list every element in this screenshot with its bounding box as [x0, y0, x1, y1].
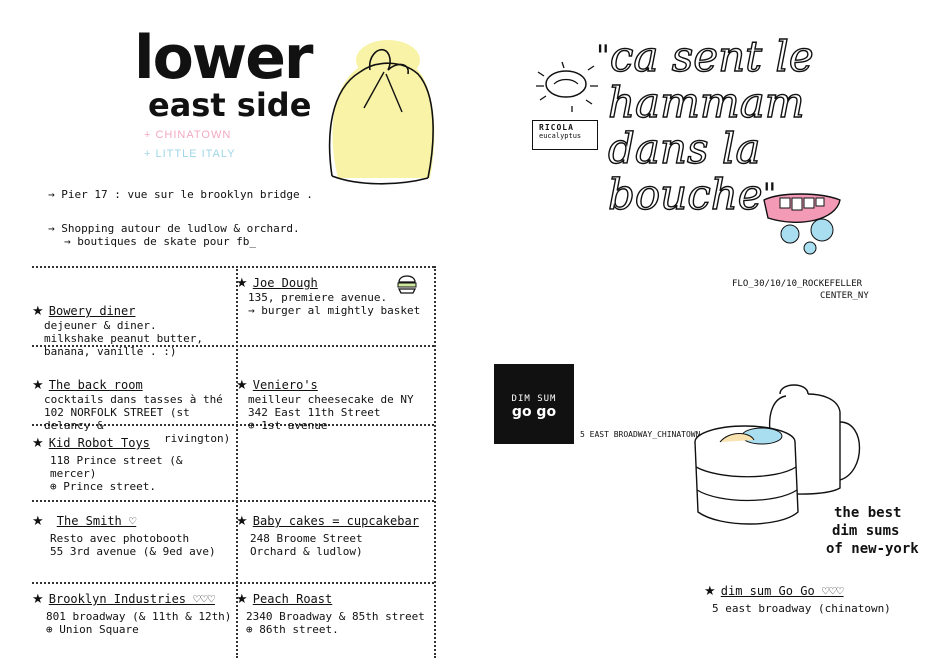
dimsum-logo: DIM SUM go go: [494, 364, 574, 444]
page-title: lower: [134, 23, 313, 93]
star-icon: ★: [32, 514, 44, 529]
arrow-icon: →: [48, 188, 62, 201]
star-icon: ★: [236, 378, 248, 393]
list-item: ★ Brooklyn Industries ♡♡♡ 801 broadway (…: [32, 592, 232, 636]
beanie-hat-illustration: [328, 40, 435, 185]
list-item: ★ Veniero's meilleur cheesecake de NY 34…: [236, 378, 414, 432]
burger-icon: [397, 275, 417, 294]
grid-line: [434, 266, 436, 658]
subtitle-chinatown: + CHINATOWN: [144, 129, 232, 141]
arrow-icon: →: [48, 222, 62, 235]
list-item: ★ The Smith ♡ Resto avec photobooth 55 3…: [32, 514, 216, 558]
left-page: lower east side + CHINATOWN + LITTLE ITA…: [0, 0, 470, 665]
star-icon: ★: [32, 304, 44, 319]
best-dimsums-text: the best dim sums of new-york: [826, 505, 919, 557]
star-icon: ★: [704, 584, 716, 599]
candy-label: RICOLA eucalyptus: [532, 120, 598, 150]
list-item: ★ dim sum Go Go ♡♡♡ 5 east broadway (chi…: [704, 584, 891, 615]
star-icon: ★: [32, 592, 44, 607]
star-icon: ★: [236, 514, 248, 529]
list-item: ★ Kid Robot Toys 118 Prince street (& me…: [32, 436, 183, 493]
list-item: ★ Bowery diner dejeuner & diner. milksha…: [32, 304, 203, 358]
grid-line: [32, 266, 434, 268]
list-item: ★ Peach Roast 2340 Broadway & 85th stree…: [236, 592, 425, 636]
subtitle-little-italy: + LITTLE ITALY: [144, 148, 236, 160]
note-shopping: → Shopping autour de ludlow & orchard. →…: [48, 222, 300, 248]
grid-line: [32, 582, 434, 584]
page-subtitle: east side: [148, 86, 312, 124]
dimsum-address: 5 EAST BROADWAY_CHINATOWN: [580, 430, 701, 439]
star-icon: ★: [236, 592, 248, 607]
candy-icon: [536, 61, 598, 112]
signature: FLO_30/10/10_ROCKEFELLER CENTER_NY: [732, 279, 869, 301]
note-pier17: → Pier 17 : vue sur le brooklyn bridge .: [48, 188, 313, 201]
list-item: ★ Baby cakes = cupcakebar 248 Broome Str…: [236, 514, 419, 558]
star-icon: ★: [236, 276, 248, 291]
right-page: RICOLA eucalyptus "ca sent le hammam dan…: [470, 0, 940, 665]
grid-line: [32, 500, 434, 502]
list-item: ★ Joe Dough 135, premiere avenue. → burg…: [236, 272, 432, 317]
star-icon: ★: [32, 436, 44, 451]
star-icon: ★: [32, 378, 44, 393]
mouth-illustration: [763, 193, 841, 255]
